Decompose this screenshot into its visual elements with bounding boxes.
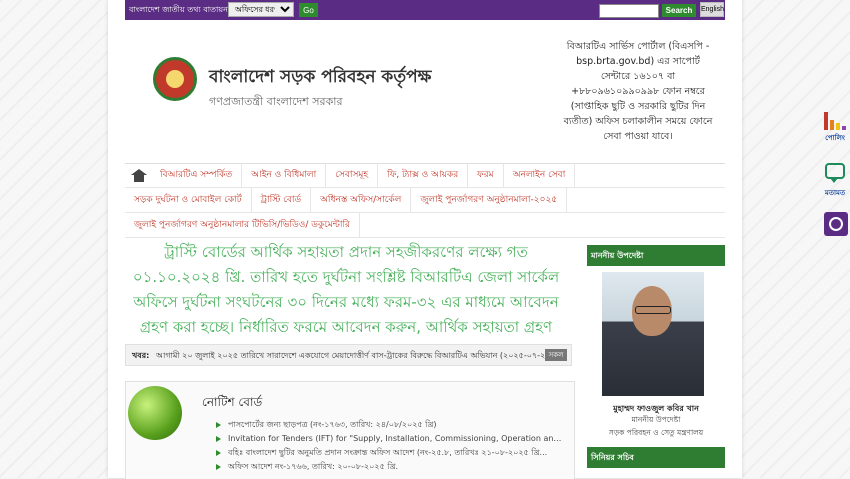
nav-item-about[interactable]: বিআরটিএ সম্পর্কিত — [151, 163, 243, 187]
nav-item-laws[interactable]: আইন ও বিধিমালা — [242, 163, 327, 187]
nav-item-forms[interactable]: ফরম — [468, 163, 504, 187]
page-container: বাংলাদেশ জাতীয় তথ্য বাতায়ন অফিসের ধরণ … — [108, 0, 742, 479]
notice-board-title: নোটিশ বোর্ড — [202, 395, 263, 409]
top-bar: বাংলাদেশ জাতীয় তথ্য বাতায়ন অফিসের ধরণ … — [125, 0, 725, 20]
office-type-select[interactable]: অফিসের ধরণ — [228, 2, 294, 17]
notice-item[interactable]: বহিঃ বাংলাদেশ ছুটির অনুমতি প্রদান সংক্রা… — [214, 446, 564, 460]
news-text[interactable]: আগামী ২০ জুলাই ২০২৫ তারিখে সারাদেশে একযো… — [156, 350, 554, 363]
search-button[interactable]: Search — [662, 4, 696, 17]
comment-icon — [825, 163, 845, 183]
support-notice: বিআরটিএ সার্ভিস পোর্টাল (বিএসপি - bsp.br… — [563, 41, 713, 142]
home-icon[interactable] — [125, 163, 151, 187]
nav-item-online-service[interactable]: অনলাইন সেবা — [504, 163, 576, 187]
globe-icon — [128, 386, 182, 440]
nav-item-fees[interactable]: ফি, ট্যাক্স ও আয়কর — [378, 163, 469, 187]
notice-item[interactable]: Invitation for Tenders (IFT) for "Supply… — [214, 432, 564, 446]
notice-item[interactable]: অফিস আদেশ নং-১৭৬৬, তারিখ: ২০-০৮-২০২৫ খ্র… — [214, 460, 564, 474]
news-label: খবর: — [132, 351, 150, 360]
search-input[interactable] — [599, 4, 659, 18]
language-button[interactable]: English — [700, 2, 724, 17]
background-right — [742, 0, 850, 478]
comment-widget[interactable]: মতামত — [820, 163, 850, 199]
adviser-ministry: সড়ক পরিবহন ও সেতু মন্ত্রণালয় — [608, 428, 704, 437]
nav-item-offices[interactable]: অধিনস্ত অফিস/সার্কেল — [311, 188, 412, 212]
secretary-heading: সিনিয়র সচিব — [587, 447, 725, 468]
site-subtitle: গণপ্রজাতন্ত্রী বাংলাদেশ সরকার — [209, 95, 343, 108]
poll-label: পোলিং — [825, 134, 845, 142]
adviser-glasses — [635, 306, 671, 314]
adviser-heading: মাননীয় উপদেষ্টা — [587, 245, 725, 266]
poll-widget[interactable]: পোলিং — [820, 112, 850, 144]
notice-item[interactable]: পাসপোর্টের জন্য ছাড়পত্র (নং-১৭৬৩, তারিখ… — [214, 418, 564, 432]
nav-item-july-2025[interactable]: জুলাই পুনর্জাগরণ অনুষ্ঠানমালা-২০২৫ — [411, 188, 568, 212]
adviser-photo — [602, 272, 704, 396]
notice-list: পাসপোর্টের জন্য ছাড়পত্র (নং-১৭৬৩, তারিখ… — [214, 418, 564, 474]
bar-chart-icon — [824, 112, 846, 130]
nav-item-accident-court[interactable]: সড়ক দুর্ঘটনা ও মোবাইল কোর্ট — [125, 188, 252, 212]
nav-row-1: বিআরটিএ সম্পর্কিত আইন ও বিধিমালা সেবাসমূ… — [125, 163, 725, 188]
nav-item-services[interactable]: সেবাসমূহ — [326, 163, 379, 187]
notice-board: নোটিশ বোর্ড পাসপোর্টের জন্য ছাড়পত্র (নং… — [125, 381, 575, 479]
nav-item-july-tvc[interactable]: জুলাই পুনর্জাগরণ অনুষ্ঠানমালার টিভিসি/ভি… — [125, 213, 361, 237]
adviser-role: মাননীয় উপদেষ্টা — [631, 415, 681, 424]
nav-row-3: জুলাই পুনর্জাগরণ অনুষ্ঠানমালার টিভিসি/ভি… — [125, 213, 725, 238]
national-portal-link[interactable]: বাংলাদেশ জাতীয় তথ্য বাতায়ন — [129, 4, 228, 17]
go-button[interactable]: Go — [299, 3, 318, 17]
background-left — [0, 0, 108, 478]
site-header: বাংলাদেশ সড়ক পরিবহন কর্তৃপক্ষ গণপ্রজাতন… — [125, 20, 725, 164]
main-navigation: বিআরটিএ সম্পর্কিত আইন ও বিধিমালা সেবাসমূ… — [125, 163, 725, 238]
government-logo-icon[interactable] — [153, 57, 197, 101]
news-ticker: খবর: আগামী ২০ জুলাই ২০২৫ তারিখে সারাদেশে… — [125, 344, 572, 366]
site-title[interactable]: বাংলাদেশ সড়ক পরিবহন কর্তৃপক্ষ — [209, 64, 431, 92]
comment-label: মতামত — [824, 189, 846, 197]
nav-item-trustee-board[interactable]: ট্রাস্টি বোর্ড — [252, 188, 312, 212]
nav-row-2: সড়ক দুর্ঘটনা ও মোবাইল কোর্ট ট্রাস্টি বো… — [125, 188, 725, 213]
news-all-button[interactable]: সকল — [545, 349, 567, 361]
accessibility-icon[interactable] — [824, 212, 848, 236]
